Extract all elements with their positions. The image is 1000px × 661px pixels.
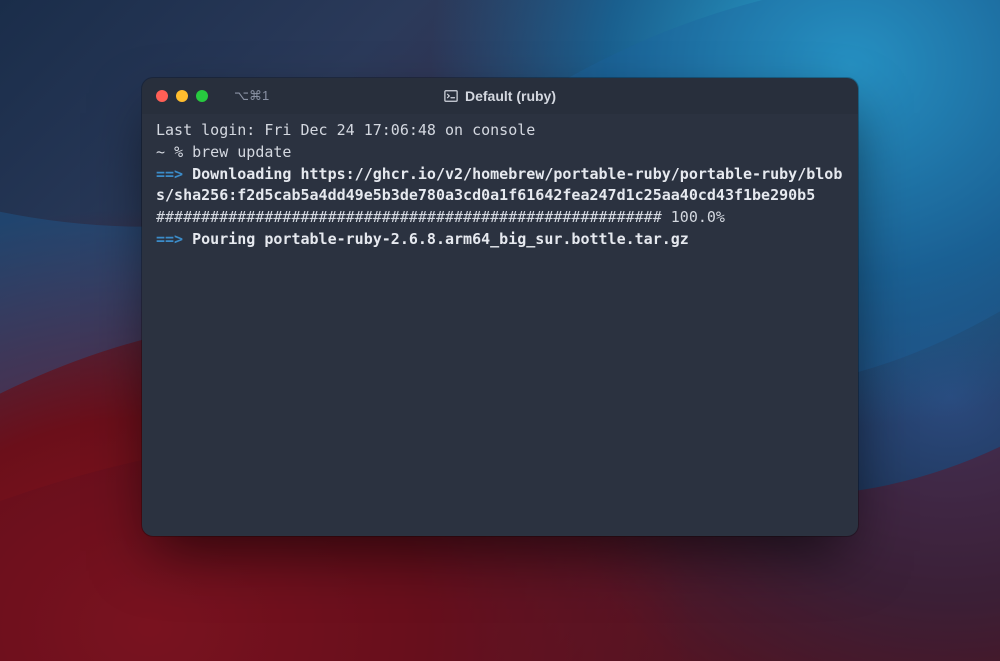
zoom-icon[interactable] [196,90,208,102]
terminal-icon [444,89,458,103]
arrow-icon: ==> [156,230,183,248]
terminal-window: ⌥⌘1 Default (ruby) Last login: Fri Dec 2… [142,78,858,536]
window-title: Default (ruby) [444,88,556,104]
last-login-line: Last login: Fri Dec 24 17:06:48 on conso… [156,121,535,139]
pouring-target: portable-ruby-2.6.8.arm64_big_sur.bottle… [264,230,688,248]
prompt-path: ~ [156,143,165,161]
download-label: Downloading [192,165,291,183]
traffic-lights [156,90,208,102]
terminal-content[interactable]: Last login: Fri Dec 24 17:06:48 on conso… [142,114,858,536]
progress-bar: ########################################… [156,208,662,226]
pouring-label: Pouring [192,230,255,248]
close-icon[interactable] [156,90,168,102]
command-text: brew update [192,143,291,161]
arrow-icon: ==> [156,165,183,183]
progress-percent: 100.0% [671,208,725,226]
tab-indicator: ⌥⌘1 [234,88,269,104]
minimize-icon[interactable] [176,90,188,102]
prompt-symbol: % [174,143,183,161]
titlebar: ⌥⌘1 Default (ruby) [142,78,858,114]
window-title-text: Default (ruby) [465,88,556,104]
